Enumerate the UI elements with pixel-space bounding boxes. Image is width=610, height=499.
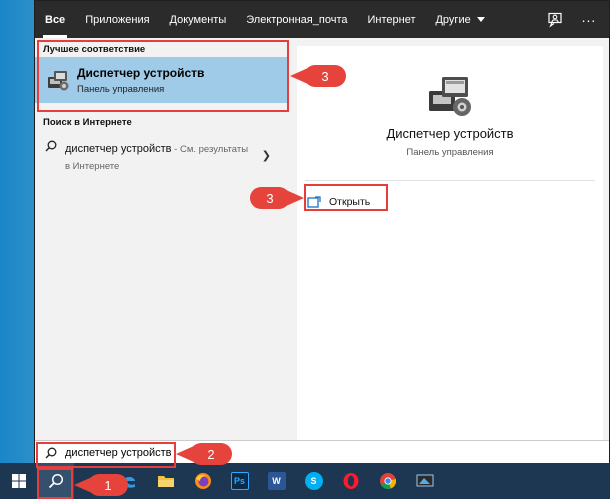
- app-icon[interactable]: [406, 463, 443, 499]
- best-match-title: Диспетчер устройств: [77, 65, 205, 80]
- callout-number: 3: [266, 190, 274, 206]
- tab-label: Электронная_почта: [246, 13, 348, 26]
- web-result-hint-2: в Интернете: [65, 161, 120, 172]
- search-icon: [45, 447, 57, 458]
- callout-number: 1: [104, 477, 112, 493]
- web-search-heading: Поиск в Интернете: [43, 116, 132, 128]
- word-icon[interactable]: W: [258, 463, 295, 499]
- tab-web[interactable]: Интернет: [357, 1, 425, 38]
- tab-label: Другие: [435, 13, 471, 26]
- search-filter-tabs: Все Приложения Документы Электронная_поч…: [35, 1, 609, 38]
- search-icon[interactable]: [37, 463, 74, 499]
- feedback-icon[interactable]: [539, 1, 571, 38]
- file-explorer-icon[interactable]: [147, 463, 184, 499]
- callout-step-3: 3: [290, 65, 346, 87]
- tab-apps[interactable]: Приложения: [75, 1, 159, 38]
- tab-label: Документы: [169, 13, 227, 26]
- results-list: Лучшее соответствие Диспетчер устройств …: [35, 38, 289, 440]
- callout-step-3: 3: [250, 187, 304, 209]
- open-button[interactable]: Открыть: [307, 192, 370, 212]
- more-options-icon[interactable]: ...: [573, 1, 605, 38]
- tab-email[interactable]: Электронная_почта: [236, 1, 357, 38]
- tab-all[interactable]: Все: [35, 1, 75, 38]
- callout-step-2: 2: [176, 443, 232, 465]
- search-icon: [45, 140, 57, 152]
- tab-documents[interactable]: Документы: [160, 1, 237, 38]
- search-box[interactable]: [35, 440, 609, 464]
- callout-number: 3: [321, 68, 329, 84]
- callout-number: 2: [207, 446, 215, 462]
- divider: [305, 180, 595, 181]
- preview-pane: Диспетчер устройств Панель управления От…: [297, 46, 603, 440]
- chrome-icon[interactable]: [369, 463, 406, 499]
- best-match-subtitle: Панель управления: [77, 83, 165, 95]
- tab-label: Все: [45, 13, 66, 26]
- skype-label: S: [304, 472, 323, 490]
- web-result-hint: - См. результаты: [171, 144, 249, 155]
- best-match-heading: Лучшее соответствие: [43, 43, 146, 55]
- web-result-query: диспетчер устройств: [65, 143, 172, 155]
- opera-icon[interactable]: [332, 463, 369, 499]
- header-actions: ...: [539, 1, 609, 38]
- open-label: Открыть: [329, 196, 371, 208]
- photoshop-label: Ps: [230, 472, 249, 490]
- web-search-result[interactable]: диспетчер устройств - См. результаты в И…: [35, 134, 289, 174]
- skype-icon[interactable]: S: [295, 463, 332, 499]
- device-manager-icon: [48, 71, 69, 91]
- tab-label: Приложения: [85, 13, 150, 26]
- photoshop-icon[interactable]: Ps: [221, 463, 258, 499]
- device-manager-large-icon: [429, 77, 471, 116]
- tab-label: Интернет: [367, 13, 416, 26]
- chevron-right-icon[interactable]: ❯: [262, 149, 271, 162]
- word-label: W: [267, 472, 286, 490]
- preview-subtitle: Панель управления: [406, 147, 494, 158]
- windows-start-icon[interactable]: [0, 463, 37, 499]
- chevron-down-icon: [476, 17, 485, 22]
- callout-step-1: 1: [74, 474, 128, 496]
- best-match-result[interactable]: Диспетчер устройств Панель управления: [35, 57, 289, 103]
- open-window-icon: [307, 196, 321, 208]
- tab-more[interactable]: Другие: [425, 1, 494, 38]
- firefox-icon[interactable]: [184, 463, 221, 499]
- preview-title: Диспетчер устройств: [386, 126, 514, 141]
